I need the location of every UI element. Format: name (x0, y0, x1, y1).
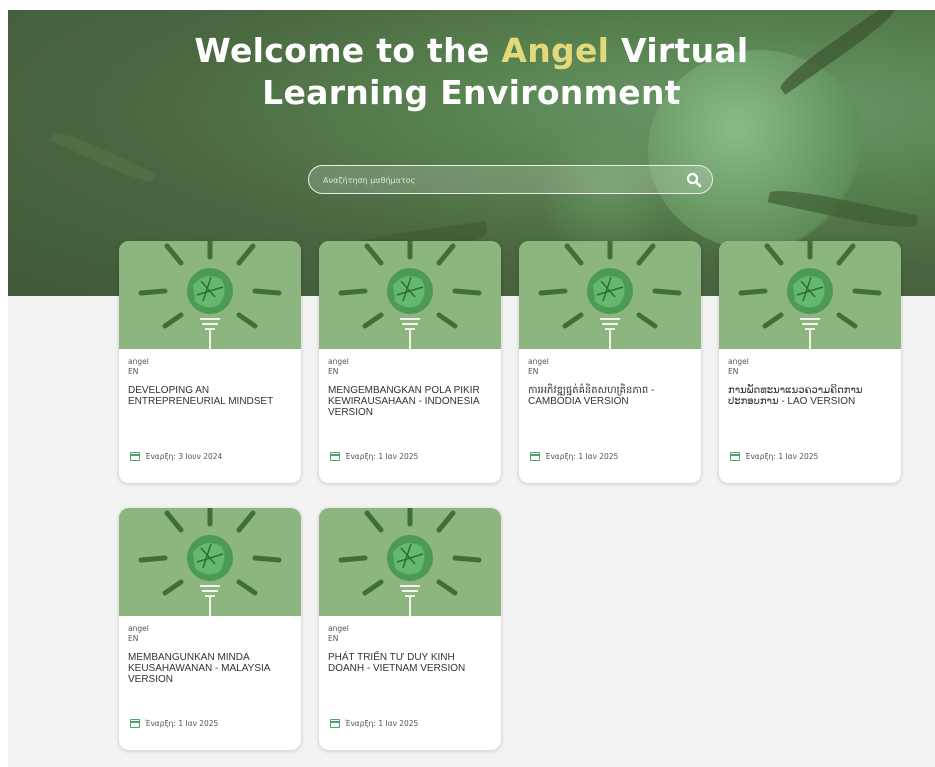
course-date-text: Έναρξη: 3 Ιουν 2024 (145, 452, 223, 461)
course-image[interactable] (719, 241, 901, 349)
hero-title-line2: Learning Environment (262, 73, 681, 112)
course-author: angel (328, 357, 349, 366)
course-search-input[interactable] (323, 171, 663, 189)
hero-title-text: Virtual (609, 31, 749, 70)
course-search-bar (308, 165, 713, 194)
course-title[interactable]: PHÁT TRIỂN TƯ DUY KINH DOANH - VIETNAM V… (319, 644, 501, 674)
course-author: angel (528, 357, 549, 366)
hero-title: Welcome to the Angel Virtual Learning En… (8, 30, 935, 114)
course-language: EN (728, 367, 739, 376)
hero-title-text: Welcome to the (194, 31, 502, 70)
course-title[interactable]: ការអភិវឌ្ឍផ្នត់គំនិតសហគ្រិនភាព - CAMBODI… (519, 377, 701, 407)
course-language: EN (128, 634, 139, 643)
course-language: EN (128, 367, 139, 376)
course-title[interactable]: DEVELOPING AN ENTREPRENEURIAL MINDSET (119, 377, 301, 407)
course-date-text: Έναρξη: 1 Ιαν 2025 (145, 719, 219, 728)
course-author: angel (328, 624, 349, 633)
course-date-text: Έναρξη: 1 Ιαν 2025 (345, 452, 419, 461)
course-start-date: Έναρξη: 1 Ιαν 2025 (730, 452, 818, 461)
course-language: EN (528, 367, 539, 376)
course-title[interactable]: ການພັດທະນາແນວຄວາມຄິດການປະກອບການ - LAO VE… (719, 377, 901, 407)
course-date-text: Έναρξη: 1 Ιαν 2025 (345, 719, 419, 728)
course-image[interactable] (519, 241, 701, 349)
course-card[interactable]: angel EN PHÁT TRIỂN TƯ DUY KINH DOANH - … (319, 508, 501, 750)
course-image[interactable] (319, 508, 501, 616)
course-start-date: Έναρξη: 3 Ιουν 2024 (130, 452, 222, 461)
course-language: EN (328, 634, 339, 643)
course-card[interactable]: angel EN ការអភិវឌ្ឍផ្នត់គំនិតសហគ្រិនភាព … (519, 241, 701, 483)
course-start-date: Έναρξη: 1 Ιαν 2025 (330, 719, 418, 728)
course-card[interactable]: angel EN MEMBANGUNKAN MINDA KEUSAHAWANAN… (119, 508, 301, 750)
course-card[interactable]: angel EN ການພັດທະນາແນວຄວາມຄິດການປະກອບການ… (719, 241, 901, 483)
course-start-date: Έναρξη: 1 Ιαν 2025 (130, 719, 218, 728)
course-card[interactable]: angel EN MENGEMBANGKAN POLA PIKIR KEWIRA… (319, 241, 501, 483)
calendar-icon (330, 719, 340, 728)
calendar-icon (530, 452, 540, 461)
course-date-text: Έναρξη: 1 Ιαν 2025 (545, 452, 619, 461)
course-author: angel (728, 357, 749, 366)
search-icon[interactable] (686, 172, 702, 188)
calendar-icon (330, 452, 340, 461)
calendar-icon (730, 452, 740, 461)
course-title[interactable]: MEMBANGUNKAN MINDA KEUSAHAWANAN - MALAYS… (119, 644, 301, 685)
course-date-text: Έναρξη: 1 Ιαν 2025 (745, 452, 819, 461)
hero-title-accent: Angel (501, 31, 610, 70)
calendar-icon (130, 719, 140, 728)
course-author: angel (128, 624, 149, 633)
course-author: angel (128, 357, 149, 366)
calendar-icon (130, 452, 140, 461)
course-image[interactable] (119, 508, 301, 616)
course-start-date: Έναρξη: 1 Ιαν 2025 (330, 452, 418, 461)
course-title[interactable]: MENGEMBANGKAN POLA PIKIR KEWIRAUSAHAAN -… (319, 377, 501, 418)
course-language: EN (328, 367, 339, 376)
course-start-date: Έναρξη: 1 Ιαν 2025 (530, 452, 618, 461)
page: Welcome to the Angel Virtual Learning En… (8, 10, 935, 767)
course-image[interactable] (119, 241, 301, 349)
course-card[interactable]: angel EN DEVELOPING AN ENTREPRENEURIAL M… (119, 241, 301, 483)
course-image[interactable] (319, 241, 501, 349)
